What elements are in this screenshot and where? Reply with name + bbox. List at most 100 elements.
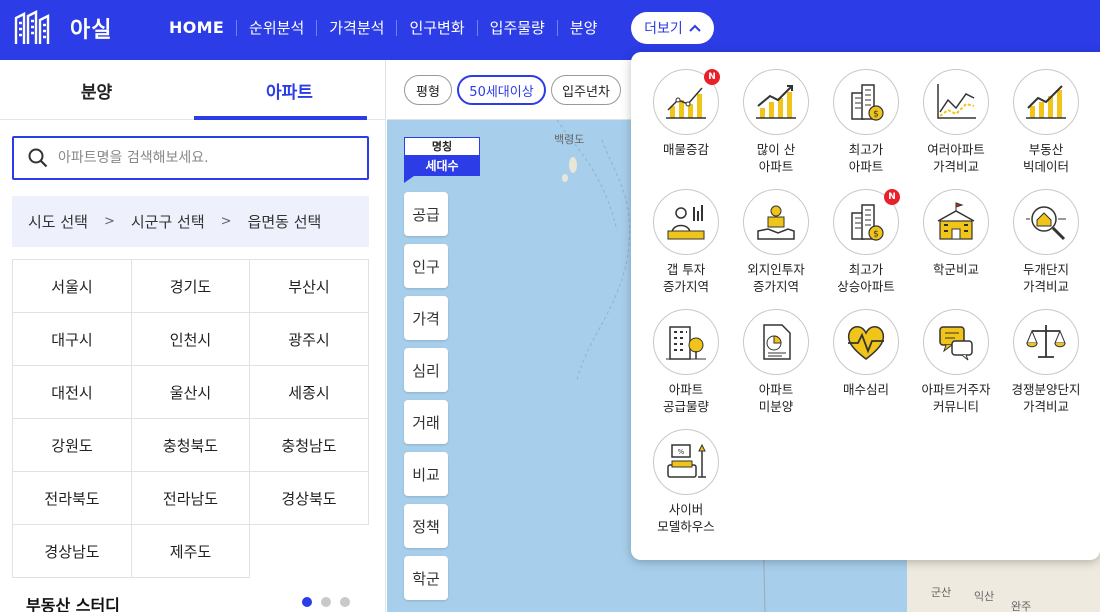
map-label-iksan: 익산	[974, 590, 995, 603]
carousel-dot[interactable]	[302, 597, 312, 607]
region-sigungu[interactable]: 시군구 선택	[131, 211, 205, 232]
province-cell[interactable]: 경기도	[132, 260, 250, 313]
menu-gap-investment[interactable]: 갭 투자 증가지역	[641, 189, 731, 295]
region-sido[interactable]: 시도 선택	[28, 211, 88, 232]
side-button-school[interactable]: 학군	[404, 556, 448, 600]
menu-label: 매수심리	[842, 382, 889, 397]
side-button-policy[interactable]: 정책	[404, 504, 448, 548]
province-cell[interactable]: 충청북도	[132, 419, 250, 472]
menu-label: 아파트 미분양	[758, 382, 794, 414]
menu-competing-presale-compare[interactable]: 경쟁분양단지 가격비교	[1001, 309, 1091, 415]
province-cell[interactable]: 강원도	[13, 419, 132, 472]
side-button-supply[interactable]: 공급	[404, 192, 448, 236]
active-tab-indicator	[194, 116, 367, 120]
province-cell[interactable]: 광주시	[250, 313, 369, 366]
more-dropdown-menu: N 매물증감 많이 산 아파트 $ 최고가 아파트 여러아파트 가격비교 부동산…	[631, 52, 1100, 560]
province-cell[interactable]: 대구시	[13, 313, 132, 366]
empty-cell	[250, 525, 369, 578]
chip-size[interactable]: 평형	[404, 75, 452, 105]
gap-investment-icon	[667, 205, 705, 240]
menu-two-complex-compare[interactable]: 두개단지 가격비교	[1001, 189, 1091, 295]
side-button-trade[interactable]: 거래	[404, 400, 448, 444]
menu-label: 여러아파트 가격비교	[927, 142, 985, 174]
search-input[interactable]	[58, 150, 348, 166]
nav-population[interactable]: 인구변화	[396, 20, 476, 36]
carousel-dot[interactable]	[340, 597, 350, 607]
menu-label: 많이 산 아파트	[756, 142, 796, 174]
province-cell[interactable]: 전라남도	[132, 472, 250, 525]
province-cell[interactable]: 울산시	[132, 366, 250, 419]
carousel-dots	[302, 597, 350, 607]
new-badge: N	[884, 189, 900, 205]
menu-cyber-model-house[interactable]: % 사이버 모델하우스	[641, 429, 731, 535]
chevron-up-icon	[689, 24, 701, 32]
search-icon[interactable]	[28, 148, 48, 168]
side-button-price[interactable]: 가격	[404, 296, 448, 340]
region-eupmyeondong[interactable]: 읍면동 선택	[248, 211, 322, 232]
menu-most-bought[interactable]: 많이 산 아파트	[731, 69, 821, 175]
line-compare-icon	[937, 84, 976, 119]
nav-ranking[interactable]: 순위분석	[236, 20, 316, 36]
menu-label: 경쟁분양단지 가격비교	[1011, 382, 1081, 414]
menu-multi-compare[interactable]: 여러아파트 가격비교	[911, 69, 1001, 175]
chat-bubbles-icon	[939, 326, 973, 361]
menu-label: 두개단지 가격비교	[1022, 262, 1069, 294]
province-cell[interactable]: 세종시	[250, 366, 369, 419]
menu-label: 최고가 아파트	[848, 142, 884, 174]
province-cell[interactable]: 전라북도	[13, 472, 132, 525]
building-coin-up-icon: $	[851, 204, 884, 241]
top-header: 아실 HOME 순위분석 가격분석 인구변화 입주물량 분양 더보기	[0, 0, 1100, 60]
building-coin-icon: $	[851, 84, 884, 121]
logo[interactable]: 아실	[14, 10, 112, 46]
province-cell[interactable]: 대전시	[13, 366, 132, 419]
side-button-sentiment[interactable]: 심리	[404, 348, 448, 392]
menu-label: 외지인투자 증가지역	[747, 262, 805, 294]
menu-label: 최고가 상승아파트	[837, 262, 895, 294]
chip-50-units[interactable]: 50세대이상	[457, 75, 546, 105]
chip-move-in-year[interactable]: 입주년차	[551, 75, 621, 105]
nav-supply[interactable]: 입주물량	[476, 20, 557, 36]
province-cell[interactable]: 경상남도	[13, 525, 132, 578]
menu-resident-community[interactable]: 아파트거주자 커뮤니티	[911, 309, 1001, 415]
map-label-gunsan: 군산	[931, 586, 952, 599]
menu-apartment-supply[interactable]: 아파트 공급물량	[641, 309, 731, 415]
svg-text:$: $	[873, 230, 879, 240]
province-cell[interactable]: 부산시	[250, 260, 369, 313]
nav-home[interactable]: HOME	[169, 20, 236, 36]
more-button[interactable]: 더보기	[631, 12, 714, 44]
search-box	[12, 136, 369, 180]
menu-highest-price[interactable]: $ 최고가 아파트	[821, 69, 911, 175]
nav-price[interactable]: 가격분석	[316, 20, 396, 36]
menu-unsold-apartments[interactable]: 아파트 미분양	[731, 309, 821, 415]
menu-school-compare[interactable]: 학군비교	[911, 189, 1001, 278]
menu-listing-change[interactable]: N 매물증감	[641, 69, 731, 158]
region-breadcrumb: 시도 선택 > 시군구 선택 > 읍면동 선택	[12, 196, 369, 247]
map-legend: 명칭 세대수	[404, 137, 480, 183]
scale-icon	[1026, 325, 1066, 358]
magnifier-house-icon	[1026, 206, 1066, 241]
logo-buildings-icon	[14, 10, 50, 44]
province-cell[interactable]: 제주도	[132, 525, 250, 578]
heart-pulse-icon	[847, 326, 885, 360]
carousel-dot[interactable]	[321, 597, 331, 607]
new-badge: N	[704, 69, 720, 85]
tab-presale[interactable]: 분양	[0, 60, 193, 120]
menu-big-data[interactable]: 부동산 빅데이터	[1001, 69, 1091, 175]
province-cell[interactable]: 경상북도	[250, 472, 369, 525]
province-cell[interactable]: 인천시	[132, 313, 250, 366]
province-cell[interactable]: 서울시	[13, 260, 132, 313]
side-button-compare[interactable]: 비교	[404, 452, 448, 496]
menu-buying-sentiment[interactable]: 매수심리	[821, 309, 911, 398]
tab-apartment[interactable]: 아파트	[193, 60, 386, 120]
svg-text:%: %	[678, 448, 685, 456]
chart-growth-icon	[666, 87, 706, 119]
side-button-population[interactable]: 인구	[404, 244, 448, 288]
menu-outsider-investment[interactable]: 외지인투자 증가지역	[731, 189, 821, 295]
menu-label: 사이버 모델하우스	[657, 502, 715, 534]
province-cell[interactable]: 충청남도	[250, 419, 369, 472]
menu-label: 매물증감	[662, 142, 709, 157]
hand-money-icon	[757, 205, 795, 240]
menu-highest-rise[interactable]: $ N 최고가 상승아파트	[821, 189, 911, 295]
rising-chart-icon	[756, 85, 796, 119]
nav-presale[interactable]: 분양	[556, 20, 610, 36]
